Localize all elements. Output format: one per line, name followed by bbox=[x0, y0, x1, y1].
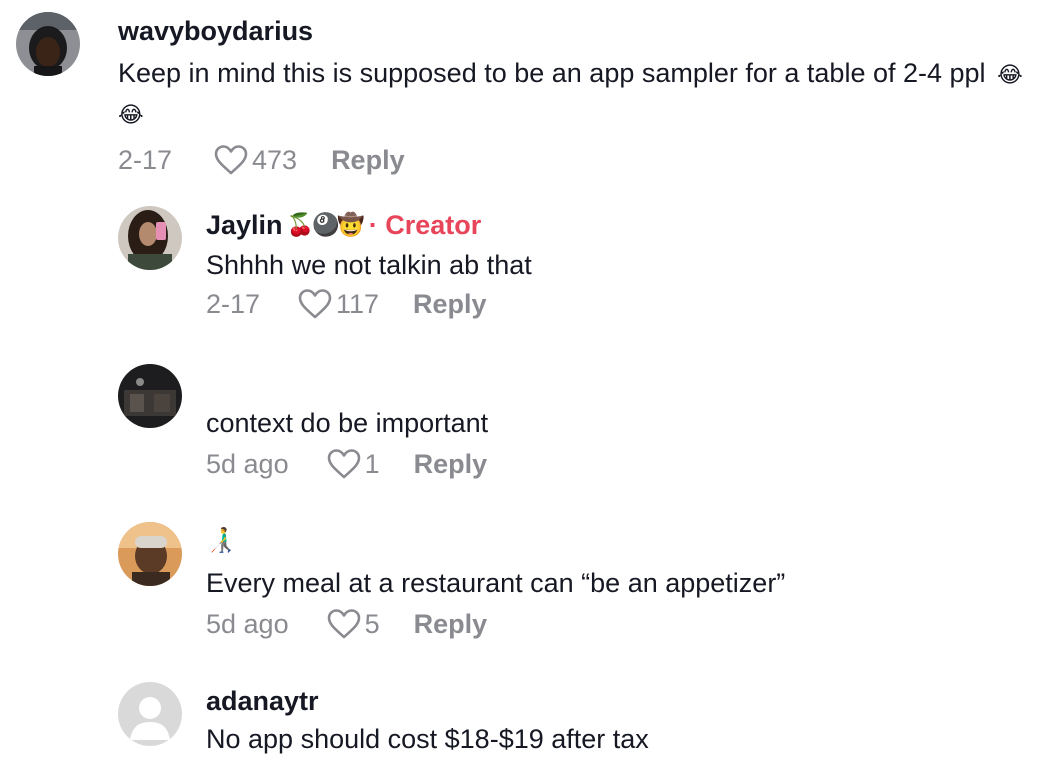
avatar[interactable] bbox=[118, 682, 182, 746]
comment-meta: 5d ago 5 Reply bbox=[206, 604, 1034, 644]
like-button[interactable]: 117 bbox=[298, 288, 379, 320]
person-silhouette-icon bbox=[118, 682, 182, 746]
reply-button[interactable]: Reply bbox=[413, 289, 487, 320]
heart-outline-icon bbox=[298, 289, 332, 319]
badge-separator: · bbox=[368, 210, 378, 240]
like-count: 5 bbox=[364, 608, 380, 639]
comment-date: 2-17 bbox=[118, 144, 173, 175]
creator-badge: Creator bbox=[385, 210, 482, 240]
reply-button[interactable]: Reply bbox=[331, 145, 405, 176]
like-count: 1 bbox=[364, 448, 380, 479]
like-count: 473 bbox=[252, 144, 298, 175]
username[interactable]: Jaylin bbox=[206, 210, 283, 240]
avatar[interactable] bbox=[118, 206, 182, 270]
avatar[interactable] bbox=[118, 364, 182, 428]
comment-text: context do be important bbox=[206, 408, 489, 438]
heart-outline-icon bbox=[327, 609, 360, 639]
comment-date: 5d ago bbox=[206, 448, 289, 479]
reply-button[interactable]: Reply bbox=[414, 609, 488, 640]
like-button[interactable]: 5 bbox=[327, 608, 380, 640]
comment-date: 2-17 bbox=[206, 288, 261, 319]
username[interactable]: adanaytr bbox=[206, 684, 1034, 718]
username-row: Jaylin 🍒🎱🤠 · Creator bbox=[206, 208, 1034, 242]
comment-text: Shhhh we not talkin ab that bbox=[206, 250, 532, 280]
heart-outline-icon bbox=[327, 449, 360, 479]
like-count: 117 bbox=[336, 288, 380, 319]
comment-meta: 5d ago 1 Reply bbox=[206, 444, 1034, 484]
comment-meta: 2-17 117 Reply bbox=[206, 284, 1034, 324]
comment-text: Keep in mind this is supposed to be an a… bbox=[118, 58, 1023, 127]
comment-text: No app should cost $18-$19 after tax bbox=[206, 724, 649, 754]
blind-person-emoji-icon: 👨‍🦯 bbox=[206, 527, 236, 554]
avatar[interactable] bbox=[16, 12, 80, 76]
reply-button[interactable]: Reply bbox=[414, 449, 488, 480]
cherries-8ball-cowboy-emoji-icon: 🍒🎱🤠 bbox=[286, 212, 365, 237]
comment-meta: 2-17 473 Reply bbox=[118, 140, 1034, 180]
comment-date: 5d ago bbox=[206, 608, 289, 639]
comment-text: Every meal at a restaurant can “be an ap… bbox=[206, 568, 786, 598]
heart-outline-icon bbox=[214, 145, 248, 175]
avatar[interactable] bbox=[118, 522, 182, 586]
like-button[interactable]: 1 bbox=[327, 448, 380, 480]
like-button[interactable]: 473 bbox=[214, 144, 297, 176]
username[interactable]: wavyboydarius bbox=[118, 14, 1034, 48]
